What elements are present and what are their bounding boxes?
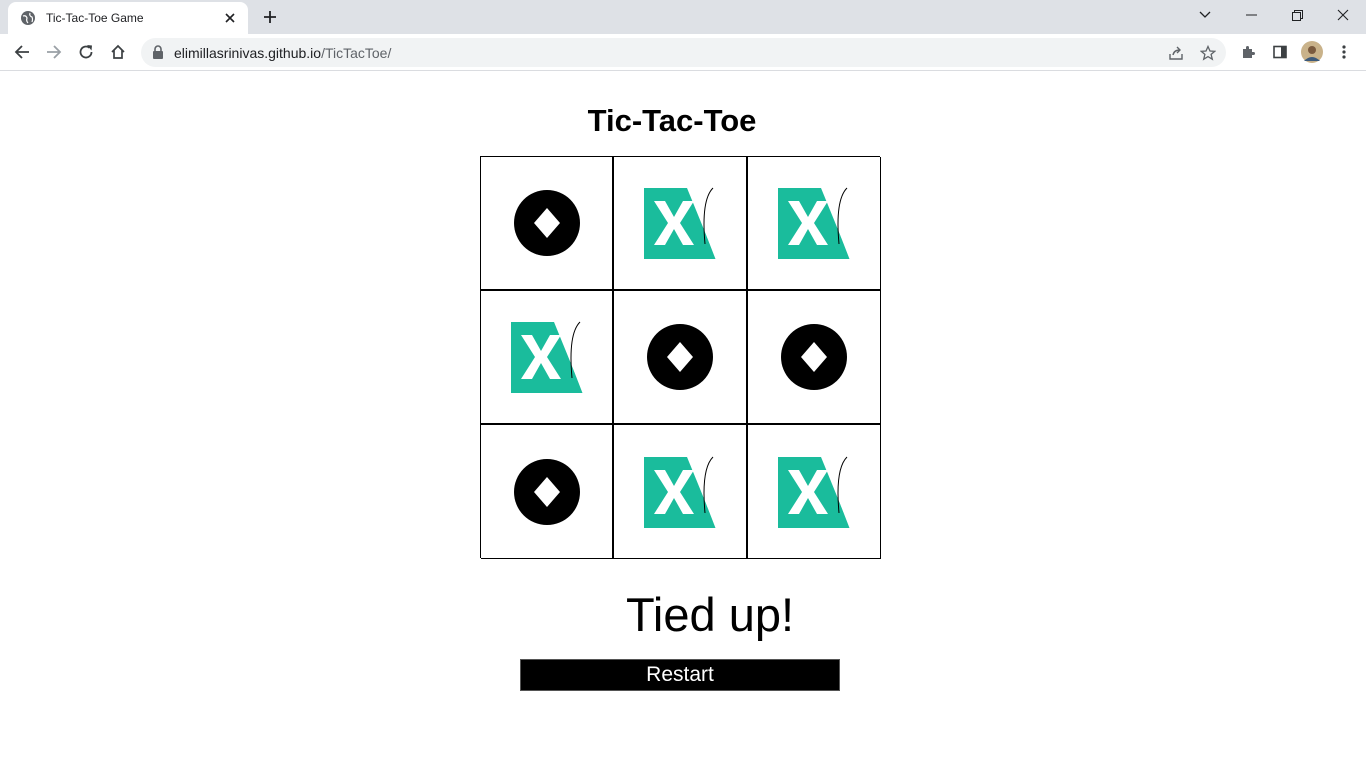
restart-button[interactable]: Restart: [520, 659, 840, 691]
url-host: elimillasrinivas.github.io: [174, 45, 322, 61]
board-cell[interactable]: [748, 425, 881, 559]
address-bar[interactable]: elimillasrinivas.github.io/TicTacToe/: [141, 38, 1226, 67]
game-board: [480, 156, 881, 559]
profile-avatar[interactable]: [1298, 38, 1326, 66]
game-title: Tic-Tac-Toe: [587, 103, 757, 138]
board-cell[interactable]: [748, 291, 881, 425]
globe-icon: [20, 10, 36, 26]
menu-kebab-icon[interactable]: [1330, 38, 1358, 66]
forward-icon[interactable]: [40, 38, 68, 66]
x-mark-icon: [778, 456, 851, 528]
browser-tab[interactable]: Tic-Tac-Toe Game: [8, 2, 248, 34]
x-mark-icon: [644, 456, 717, 528]
new-tab-button[interactable]: [256, 5, 284, 29]
board-cell[interactable]: [614, 425, 748, 559]
reload-icon[interactable]: [72, 38, 100, 66]
home-icon[interactable]: [104, 38, 132, 66]
url-text: elimillasrinivas.github.io/TicTacToe/: [174, 45, 391, 61]
page-content: Tic-Tac-Toe Tied up! Restart: [0, 71, 1366, 768]
board-cell[interactable]: [614, 291, 748, 425]
share-icon[interactable]: [1166, 43, 1186, 63]
tab-title: Tic-Tac-Toe Game: [46, 11, 144, 25]
o-mark-icon: [513, 190, 580, 256]
extensions-icon[interactable]: [1234, 38, 1262, 66]
x-mark-icon: [644, 187, 717, 260]
board-cell[interactable]: [481, 157, 614, 291]
close-tab-icon[interactable]: [222, 10, 238, 26]
game-status: Tied up!: [625, 588, 795, 641]
o-mark-icon: [647, 324, 713, 390]
side-panel-icon[interactable]: [1266, 38, 1294, 66]
board-cell[interactable]: [481, 425, 614, 559]
board-cell[interactable]: [614, 157, 748, 291]
browser-toolbar: elimillasrinivas.github.io/TicTacToe/: [0, 34, 1366, 71]
bookmark-star-icon[interactable]: [1198, 43, 1218, 63]
tab-strip: Tic-Tac-Toe Game: [0, 0, 1366, 34]
url-path: /TicTacToe/: [321, 45, 392, 61]
restore-icon[interactable]: [1274, 0, 1320, 30]
minimize-icon[interactable]: [1228, 0, 1274, 30]
close-window-icon[interactable]: [1320, 0, 1366, 30]
x-mark-icon: [778, 187, 851, 260]
board-cell[interactable]: [748, 157, 881, 291]
tab-search-icon[interactable]: [1182, 0, 1228, 30]
lock-icon: [152, 45, 164, 64]
board-cell[interactable]: [481, 291, 614, 425]
o-mark-icon: [781, 324, 847, 390]
back-icon[interactable]: [8, 38, 36, 66]
x-mark-icon: [510, 321, 583, 394]
o-mark-icon: [513, 458, 580, 525]
